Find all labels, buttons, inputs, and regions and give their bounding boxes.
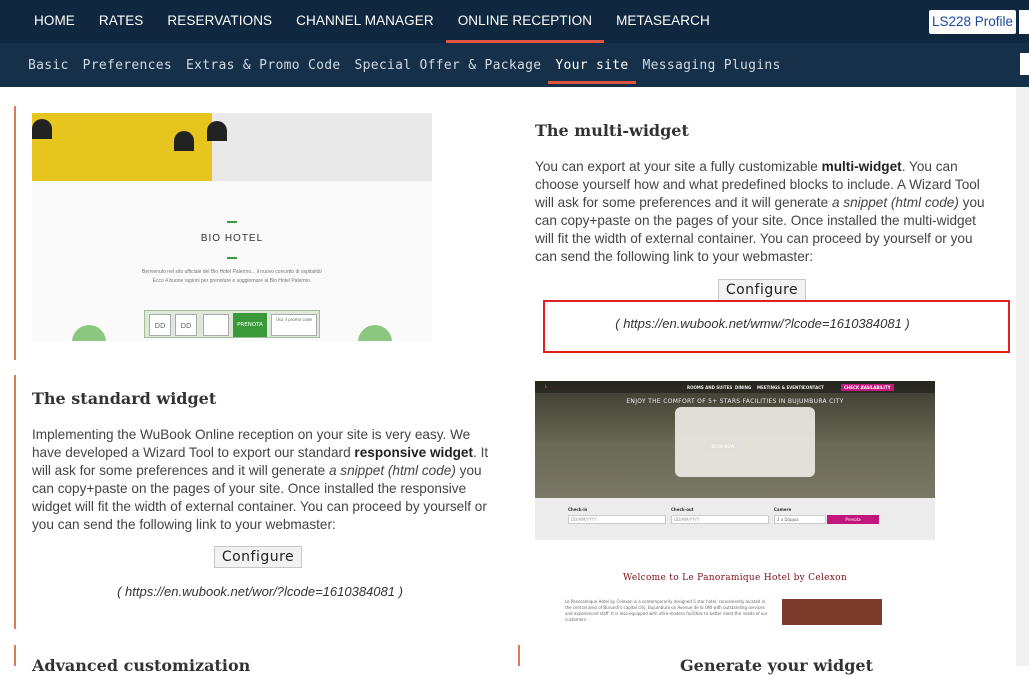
multi-widget-configure-button[interactable]: Configure (718, 279, 806, 301)
lamp-icon (174, 131, 194, 151)
preview-site-nav: L ROOMS AND SUITES DINING MEETINGS & EVE… (535, 381, 935, 393)
preview-logo: L (545, 384, 548, 389)
panoramique-widget-preview: L ROOMS AND SUITES DINING MEETINGS & EVE… (535, 381, 935, 625)
preview-body-photo (782, 599, 882, 625)
section-divider (14, 375, 16, 629)
text: You can export at your site a fully cust… (535, 159, 822, 174)
bio-hotel-widget-preview: BIO HOTEL Benvenuto nel sito ufficiale d… (32, 113, 432, 341)
preview-nav-item: CONTACT (803, 385, 824, 390)
preview-body-text: Le Panoramique Hotel by Celexon is a con… (565, 599, 768, 622)
preview-date-field: DD (175, 314, 197, 336)
lamp-icon (32, 119, 52, 139)
standard-widget-title: The standard widget (32, 389, 217, 408)
page-scrollbar[interactable] (1016, 87, 1029, 666)
preview-text-line: Benvenuto nel sito ufficiale del Bio Hot… (141, 269, 322, 275)
preview-hotel-title: BIO HOTEL (200, 233, 264, 244)
preview-banquet-table (675, 407, 815, 477)
tab-basic[interactable]: Basic (21, 43, 76, 87)
preview-nav-item: ROOMS AND SUITES (687, 385, 733, 390)
preview-checkin-field: DD/MM/YYYY (568, 515, 666, 524)
text-italic: a snippet (html code) (831, 195, 959, 210)
preview-prenota-button: Prenota (827, 515, 879, 524)
preview-label: Check-out (671, 507, 694, 512)
multi-widget-description: You can export at your site a fully cust… (535, 158, 995, 266)
preview-prenota-button: PRENOTA (233, 313, 267, 337)
sub-nav: Basic Preferences Extras & Promo Code Sp… (21, 43, 788, 87)
preview-select-field (203, 314, 229, 336)
preview-accent (227, 221, 237, 223)
tab-messaging-plugins[interactable]: Messaging Plugins (636, 43, 788, 87)
preview-date-field: DD (149, 314, 171, 336)
section-divider (14, 106, 16, 360)
tab-your-site[interactable]: Your site (548, 43, 636, 87)
preview-label: Camere (774, 507, 792, 512)
standard-widget-link[interactable]: ( https://en.wubook.net/wor/?lcode=16103… (40, 584, 480, 599)
preview-welcome-title: Welcome to Le Panoramique Hotel by Celex… (623, 573, 847, 583)
preview-checkout-field: DD/MM/YYYY (671, 515, 769, 524)
nav-home[interactable]: HOME (22, 0, 87, 43)
preview-label: Check-in (568, 507, 588, 512)
preview-booking-form: DD DD PRENOTA Usa il promo code (144, 310, 320, 338)
sub-nav-extra-box[interactable] (1020, 53, 1029, 75)
text-bold: multi-widget (821, 159, 902, 174)
lamp-icon (207, 121, 227, 141)
text-bold: responsive widget (354, 445, 474, 460)
standard-widget-configure-button[interactable]: Configure (214, 546, 302, 568)
standard-widget-description: Implementing the WuBook Online reception… (32, 426, 492, 534)
text-italic: a snippet (html code) (328, 463, 456, 478)
tab-special-offer-package[interactable]: Special Offer & Package (347, 43, 548, 87)
nav-metasearch[interactable]: METASEARCH (604, 0, 722, 43)
nav-reservations[interactable]: RESERVATIONS (155, 0, 284, 43)
preview-accent (227, 257, 237, 259)
preview-book-now-button: BOOK NOW (707, 441, 739, 451)
nav-rates[interactable]: RATES (87, 0, 156, 43)
preview-nav-item: MEETINGS & EVENTS (757, 385, 804, 390)
preview-text-line: Ecco 4 buone ragioni per prenotare e sog… (152, 278, 312, 284)
nav-online-reception[interactable]: ONLINE RECEPTION (445, 0, 605, 43)
preview-nav-item: DINING (735, 385, 752, 390)
preview-rooms-field: 1 x Doppia (774, 515, 826, 524)
preview-nav-item: CHECK AVAILABILITY (841, 384, 894, 391)
preview-hero-text: ENJOY THE COMFORT OF 5+ STARS FACILITIES… (626, 398, 844, 405)
section-divider (14, 645, 16, 666)
multi-widget-link[interactable]: ( https://en.wubook.net/wmw/?lcode=16103… (545, 316, 980, 331)
tab-preferences[interactable]: Preferences (76, 43, 179, 87)
top-nav: HOME RATES RESERVATIONS CHANNEL MANAGER … (22, 0, 722, 43)
extra-nav-button[interactable] (1019, 10, 1029, 34)
sub-nav-bar: Basic Preferences Extras & Promo Code Sp… (0, 43, 1029, 87)
multi-widget-title: The multi-widget (535, 121, 689, 140)
profile-button[interactable]: LS228 Profile (929, 10, 1016, 34)
tab-extras-promo-code[interactable]: Extras & Promo Code (179, 43, 347, 87)
preview-promo-field: Usa il promo code (271, 314, 317, 336)
nav-channel-manager[interactable]: CHANNEL MANAGER (284, 0, 446, 43)
top-nav-bar: HOME RATES RESERVATIONS CHANNEL MANAGER … (0, 0, 1029, 43)
section-divider (518, 645, 520, 666)
